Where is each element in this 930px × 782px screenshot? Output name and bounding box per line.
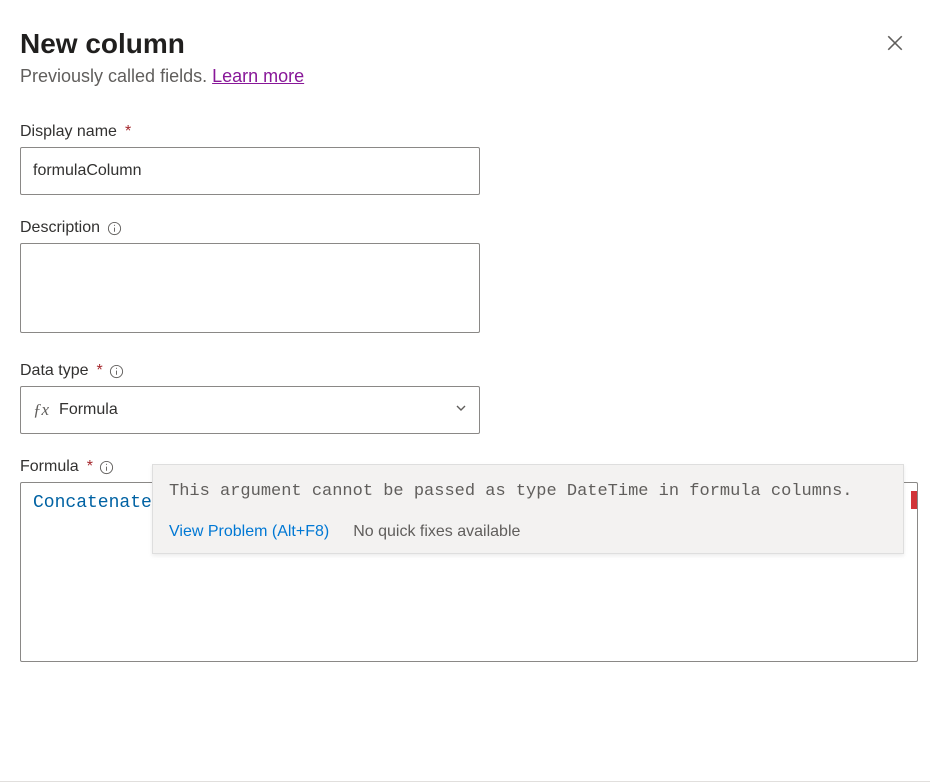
problem-message: This argument cannot be passed as type D… — [153, 465, 903, 517]
display-name-label-text: Display name — [20, 123, 117, 141]
description-label-text: Description — [20, 219, 100, 237]
close-button[interactable] — [880, 28, 910, 58]
fx-icon: ƒx — [33, 400, 49, 420]
editor-cursor-indicator — [911, 491, 917, 509]
view-problem-link[interactable]: View Problem (Alt+F8) — [169, 523, 329, 541]
no-fixes-text: No quick fixes available — [353, 523, 520, 541]
display-name-label: Display name * — [20, 123, 910, 141]
panel-subtitle: Previously called fields. Learn more — [20, 66, 304, 87]
info-icon[interactable] — [109, 363, 125, 379]
required-asterisk: * — [125, 123, 131, 141]
formula-token-function: Concatenate — [33, 493, 152, 513]
display-name-input[interactable] — [20, 147, 480, 195]
problem-tooltip: This argument cannot be passed as type D… — [152, 464, 904, 554]
learn-more-link[interactable]: Learn more — [212, 66, 304, 86]
chevron-down-icon — [455, 401, 467, 419]
info-icon[interactable] — [106, 220, 122, 236]
data-type-value: Formula — [59, 401, 118, 419]
subtitle-text: Previously called fields. — [20, 66, 212, 86]
required-asterisk: * — [87, 458, 93, 476]
panel-title: New column — [20, 28, 304, 60]
required-asterisk: * — [96, 362, 102, 380]
description-input[interactable] — [20, 243, 480, 333]
data-type-select[interactable]: ƒx Formula — [20, 386, 480, 434]
formula-label-text: Formula — [20, 458, 79, 476]
close-icon — [886, 34, 904, 52]
data-type-label: Data type * — [20, 362, 910, 380]
info-icon[interactable] — [99, 459, 115, 475]
description-label: Description — [20, 219, 910, 237]
data-type-label-text: Data type — [20, 362, 88, 380]
